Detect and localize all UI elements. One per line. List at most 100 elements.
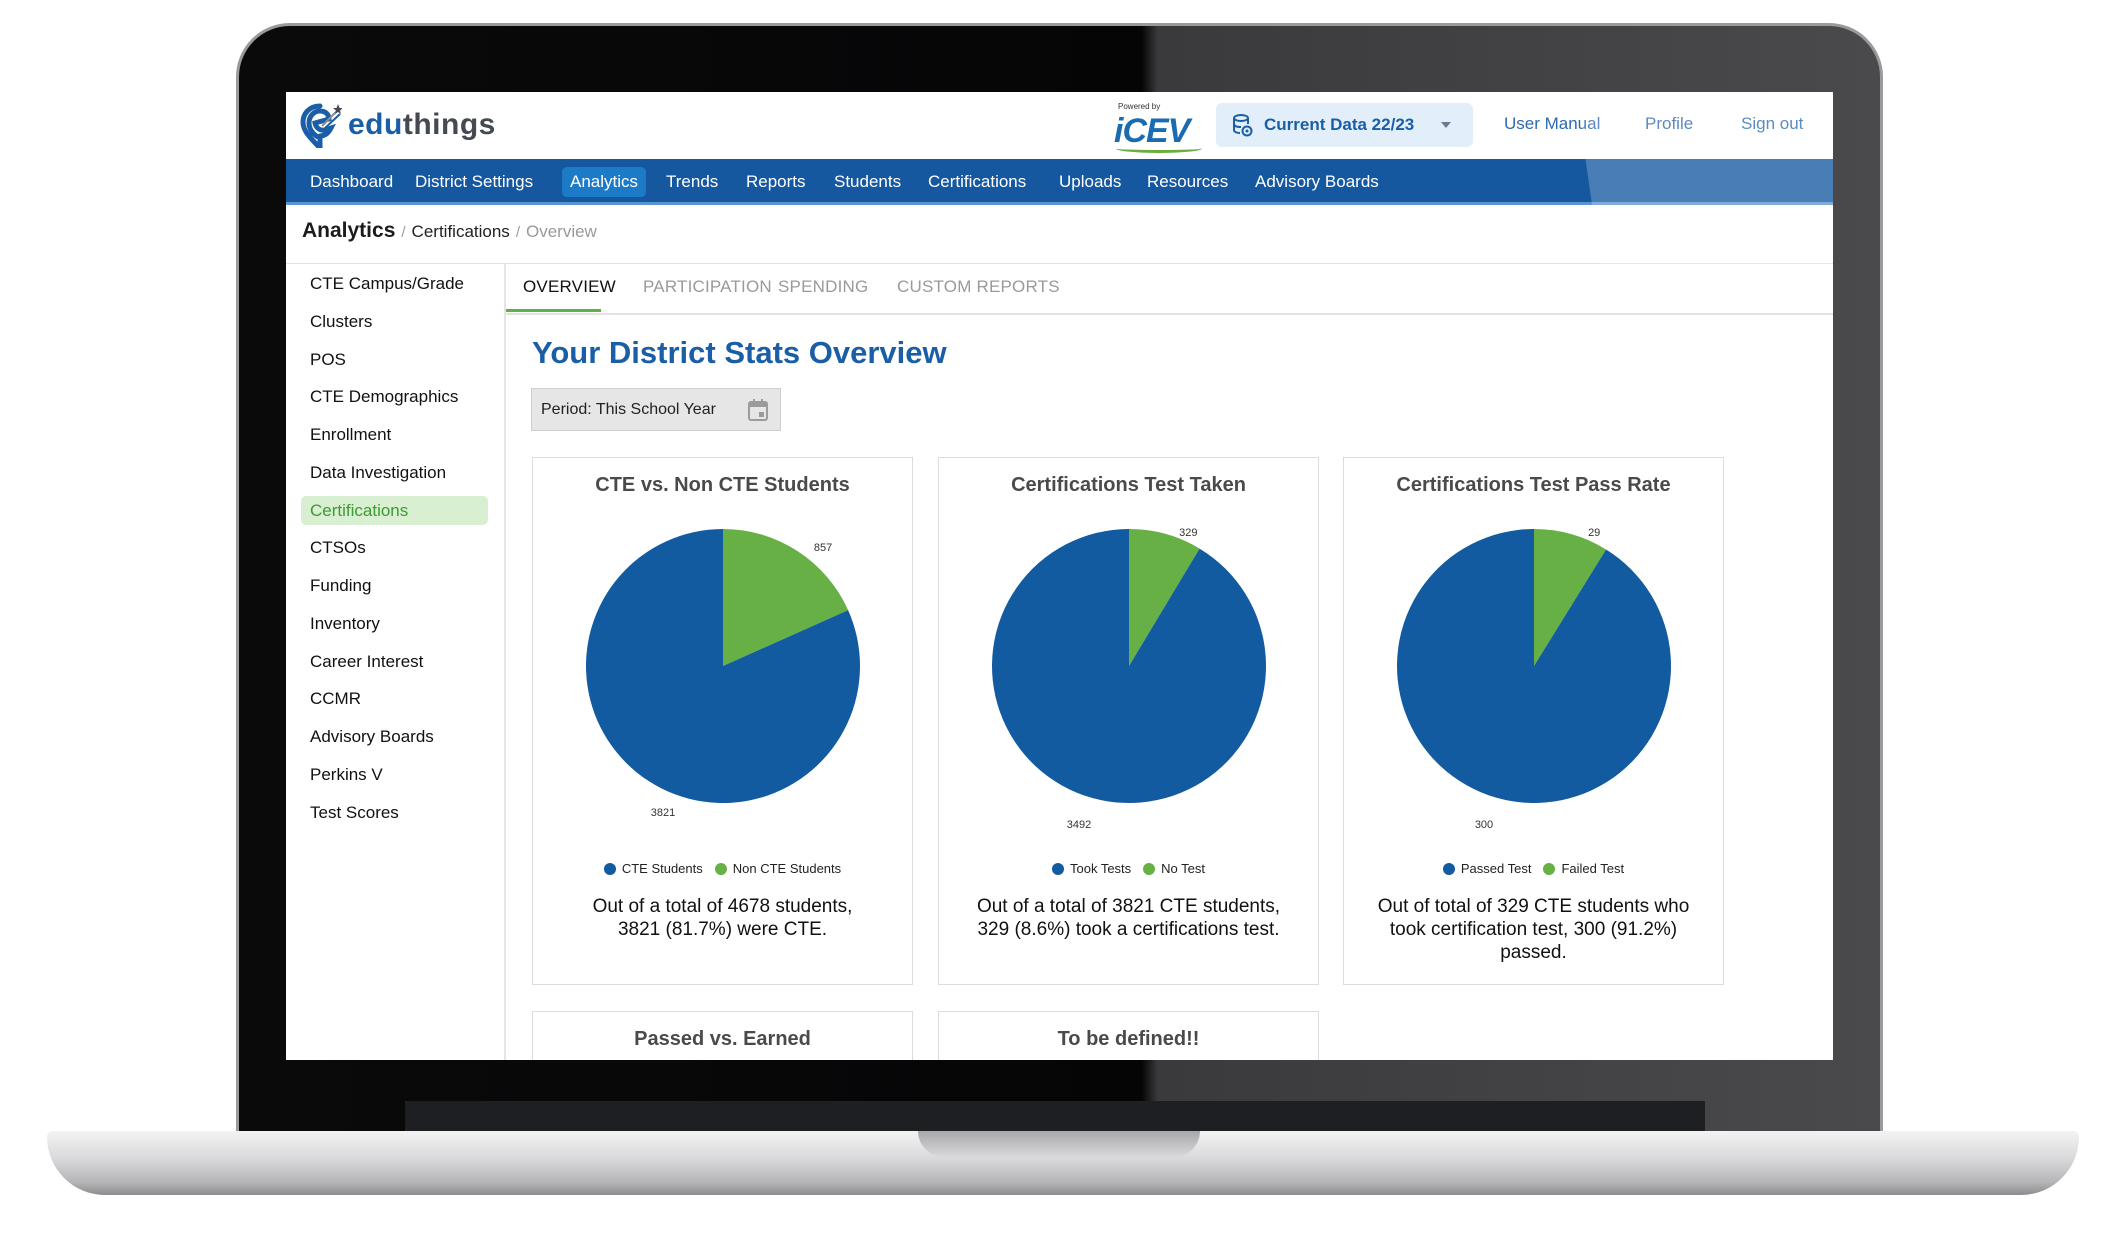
nav-certifications[interactable]: Certifications [920, 167, 1034, 197]
chevron-down-icon [1441, 122, 1451, 128]
data-year-label: Current Data 22/23 [1264, 115, 1415, 134]
icev-swoosh-icon [1116, 144, 1202, 153]
legend-item[interactable]: Passed Test [1442, 861, 1532, 876]
main-nav: Dashboard District Settings Analytics Tr… [286, 159, 1833, 205]
chart-title: CTE vs. Non CTE Students [595, 474, 850, 496]
pie-slice-took-tests[interactable] [992, 529, 1266, 803]
legend-label: Failed Test [1561, 861, 1625, 876]
chart-legend: Passed Test Failed Test [1344, 861, 1723, 876]
tab-custom-reports[interactable]: CUSTOM REPORTS [897, 277, 1060, 297]
breadcrumb-separator: / [515, 224, 520, 241]
sidebar-item-career-interest[interactable]: Career Interest [301, 647, 488, 676]
sidebar-item-enrollment[interactable]: Enrollment [301, 420, 488, 449]
chart-card-pass-rate: Certifications Test Pass Rate 29 300 Pass… [1343, 457, 1724, 985]
sidebar-item-test-scores[interactable]: Test Scores [301, 798, 488, 827]
chart-summary: Out of total of 329 CTE students who too… [1354, 895, 1713, 964]
pie-data-label: 3492 [1067, 819, 1091, 831]
top-bar: eduthings Powered by iCEV Current Data 2… [286, 92, 1833, 159]
powered-by-label: Powered by [1118, 102, 1161, 111]
breadcrumb-separator: / [401, 224, 406, 241]
summary-line: Out of a total of 4678 students, [592, 896, 853, 917]
sidebar-item-clusters[interactable]: Clusters [301, 307, 488, 336]
legend-item[interactable]: Failed Test [1543, 861, 1624, 876]
brand-logo[interactable]: eduthings [300, 102, 496, 148]
pie-data-label: 329 [1179, 527, 1197, 539]
nav-resources[interactable]: Resources [1139, 167, 1236, 197]
summary-line: Out of a total of 3821 CTE students, [976, 896, 1281, 917]
page-title: Your District Stats Overview [532, 335, 947, 370]
chart-title: Passed vs. Earned [634, 1028, 811, 1050]
legend-item[interactable]: CTE Students [603, 861, 703, 876]
tab-overview[interactable]: OVERVIEW [523, 277, 616, 297]
analytics-tabs: OVERVIEW PARTICIPATION SPENDING CUSTOM R… [506, 264, 1833, 315]
sidebar-item-ctsos[interactable]: CTSOs [301, 533, 488, 562]
chart-title: Certifications Test Taken [1011, 474, 1246, 496]
nav-district-settings[interactable]: District Settings [407, 167, 541, 197]
pie-chart-tests-taken: 329 3492 [992, 527, 1266, 831]
pie-data-label: 857 [814, 542, 832, 554]
sign-out-link[interactable]: Sign out [1741, 114, 1803, 134]
legend-swatch-blue [1051, 862, 1064, 875]
summary-line: 3821 (81.7%) were CTE. [617, 919, 828, 940]
legend-label: Passed Test [1460, 861, 1532, 876]
chart-card-to-be-defined: To be defined!! [938, 1011, 1319, 1060]
chart-summary: Out of a total of 3821 CTE students, 329… [949, 895, 1308, 941]
active-tab-indicator [506, 309, 601, 312]
period-picker[interactable]: Period: This School Year [531, 388, 781, 431]
nav-reports[interactable]: Reports [738, 167, 814, 197]
sidebar-item-data-investigation[interactable]: Data Investigation [301, 458, 488, 487]
app-screen: eduthings Powered by iCEV Current Data 2… [286, 92, 1833, 1060]
legend-item[interactable]: Took Tests [1051, 861, 1132, 876]
sidebar-item-perkins-v[interactable]: Perkins V [301, 760, 488, 789]
period-label: Period: This School Year [541, 400, 716, 418]
pie-data-label: 29 [1588, 527, 1600, 539]
summary-line: 329 (8.6%) took a certifications test. [977, 919, 1280, 940]
pie-data-label: 3821 [651, 807, 675, 819]
chart-card-passed-vs-earned: Passed vs. Earned [532, 1011, 913, 1060]
laptop-bezel [405, 1101, 1705, 1131]
nav-analytics[interactable]: Analytics [562, 167, 647, 197]
chart-legend: CTE Students Non CTE Students [533, 861, 912, 876]
profile-link[interactable]: Profile [1645, 114, 1693, 134]
sidebar-item-certifications[interactable]: Certifications [301, 496, 488, 525]
legend-label: No Test [1161, 861, 1206, 876]
chart-legend: Took Tests No Test [939, 861, 1318, 876]
sidebar-item-cte-campus-grade[interactable]: CTE Campus/Grade [301, 269, 488, 298]
pie-data-label: 300 [1475, 819, 1493, 831]
summary-line: Out of total of 329 CTE students who [1377, 896, 1690, 917]
chart-card-tests-taken: Certifications Test Taken 329 3492 Took T… [938, 457, 1319, 985]
pie-slice-passed-test[interactable] [1397, 529, 1671, 803]
breadcrumb-certifications[interactable]: Certifications [412, 222, 510, 242]
summary-line: passed. [1500, 942, 1567, 963]
legend-swatch-blue [603, 862, 616, 875]
chart-card-cte-vs-non-cte: CTE vs. Non CTE Students 857 3821 CTE Stu… [532, 457, 913, 985]
database-view-icon [1233, 114, 1253, 137]
tab-spending[interactable]: SPENDING [778, 277, 868, 297]
chart-title: To be defined!! [1057, 1028, 1200, 1050]
legend-item[interactable]: Non CTE Students [714, 861, 842, 876]
tab-participation[interactable]: PARTICIPATION [643, 277, 772, 297]
nav-advisory-boards[interactable]: Advisory Boards [1247, 167, 1387, 197]
pie-chart-pass-rate: 29 300 [1397, 527, 1671, 831]
legend-label: Took Tests [1069, 861, 1132, 876]
data-year-select[interactable]: Current Data 22/23 [1216, 103, 1473, 147]
sidebar-item-ccmr[interactable]: CCMR [301, 684, 488, 713]
nav-students[interactable]: Students [826, 167, 909, 197]
breadcrumb-analytics[interactable]: Analytics [302, 219, 395, 243]
calendar-icon [748, 399, 768, 421]
legend-label: Non CTE Students [732, 861, 842, 876]
legend-item[interactable]: No Test [1143, 861, 1205, 876]
sidebar-item-pos[interactable]: POS [301, 345, 488, 374]
breadcrumb-overview: Overview [525, 222, 597, 241]
nav-trends[interactable]: Trends [658, 167, 726, 197]
sidebar-item-inventory[interactable]: Inventory [301, 609, 488, 638]
nav-dashboard[interactable]: Dashboard [302, 167, 401, 197]
sidebar-item-advisory-boards[interactable]: Advisory Boards [301, 722, 488, 751]
chart-summary: Out of a total of 4678 students, 3821 (8… [543, 895, 902, 941]
sidebar-item-funding[interactable]: Funding [301, 571, 488, 600]
sidebar-item-cte-demographics[interactable]: CTE Demographics [301, 382, 488, 411]
nav-uploads[interactable]: Uploads [1051, 167, 1129, 197]
powered-by-icev: Powered by iCEV [1112, 100, 1207, 156]
user-manual-link[interactable]: User Manual [1504, 114, 1600, 134]
legend-label: CTE Students [621, 861, 703, 876]
